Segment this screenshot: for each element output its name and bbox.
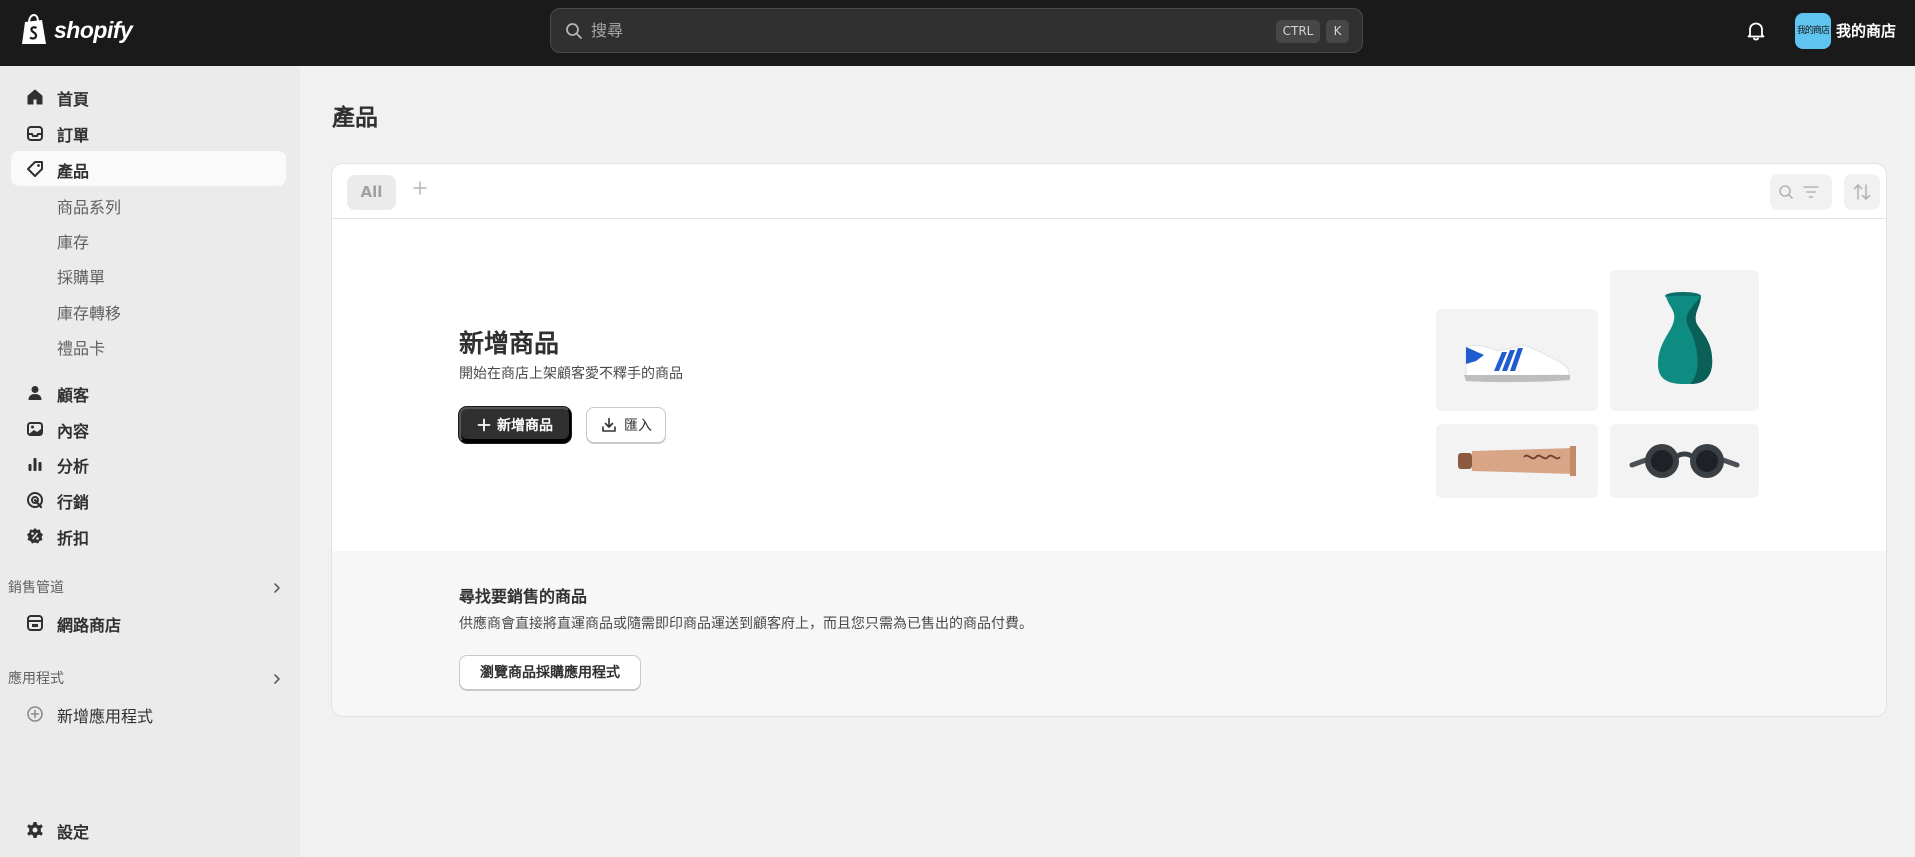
vase-illustration [1610,270,1759,411]
sidebar-subitem-gift-cards[interactable]: 禮品卡 [57,335,105,359]
sidebar-item-analytics[interactable]: 分析 [11,446,286,481]
sidebar-item-label: 分析 [57,457,90,476]
shopify-bag-icon [22,14,46,44]
sidebar-subitem-collections[interactable]: 商品系列 [57,194,121,218]
sidebar: 首頁 訂單 產品 商品系列 庫存 採購單 庫存轉移 禮品卡 顧客 內容 分析 行… [0,66,300,857]
vase-icon [1658,292,1713,384]
add-product-label: 新增商品 [497,417,553,433]
sidebar-item-online-store[interactable]: 網路商店 [11,605,286,640]
sidebar-item-label: 訂單 [57,126,90,145]
sunglasses-illustration [1610,424,1759,498]
tube-illustration [1436,424,1598,498]
logo-wordmark: shopify [54,16,133,43]
sneaker-illustration [1436,309,1598,411]
top-bar: shopify CTRL K 我的商店 我的商店 [0,0,1915,66]
tag-icon [27,161,43,177]
import-label: 匯入 [624,417,652,433]
apps-label: 應用程式 [8,671,64,687]
inbox-icon [27,126,43,141]
sidebar-item-label: 新增應用程式 [57,707,154,726]
plus-icon [477,418,491,432]
sales-channels-label: 銷售管道 [8,580,64,596]
sidebar-item-marketing[interactable]: 行銷 [11,482,286,517]
chevron-right-icon [274,583,280,593]
target-icon [27,492,43,509]
sort-button[interactable] [1844,174,1880,210]
sidebar-item-orders[interactable]: 訂單 [11,115,286,150]
sidebar-item-discounts[interactable]: 折扣 [11,518,286,553]
sidebar-item-label: 顧客 [57,386,90,405]
search-input[interactable] [591,9,1191,52]
notifications-bell-icon[interactable] [1744,19,1768,43]
sidebar-item-home[interactable]: 首頁 [11,79,286,114]
search-icon [1779,185,1819,199]
tab-all[interactable]: All [347,175,396,210]
home-icon [27,89,43,105]
sidebar-item-label: 網路商店 [57,616,122,635]
empty-state-subtitle: 開始在商店上架顧客愛不釋手的商品 [459,366,683,382]
image-icon [27,422,43,436]
sidebar-subitem-purchase-orders[interactable]: 採購單 [57,264,105,288]
empty-state-title: 新增商品 [459,329,560,358]
global-search[interactable]: CTRL K [550,8,1363,53]
search-icon [566,23,582,39]
plus-icon [413,181,427,195]
sidebar-item-settings[interactable]: 設定 [11,812,286,847]
sidebar-item-customers[interactable]: 顧客 [11,375,286,410]
sidebar-item-products[interactable]: 產品 [11,151,286,186]
products-card: All 新增商品 開始在商店上架顧客愛不釋手的商品 新增商品 匯入 尋找要銷售的… [331,163,1887,717]
store-name[interactable]: 我的商店 [1836,20,1896,41]
add-view-button[interactable] [412,174,428,202]
sidebar-item-label: 折扣 [57,529,90,548]
sneaker-icon [1464,344,1570,383]
shopify-logo[interactable]: shopify [20,14,133,46]
bar-chart-icon [28,458,42,471]
store-icon [27,615,43,631]
person-icon [28,386,42,400]
import-button[interactable]: 匯入 [586,407,666,443]
shortcut-key-ctrl: CTRL [1276,20,1320,43]
gear-icon [27,822,43,838]
sourcing-title: 尋找要銷售的商品 [459,587,588,606]
sourcing-section: 尋找要銷售的商品 供應商會直接將直運商品或隨需即印商品運送到顧客府上，而且您只需… [332,551,1886,716]
page-title: 產品 [332,105,378,131]
tube-icon [1458,446,1576,476]
sidebar-item-label: 內容 [57,422,90,441]
chevron-right-icon [274,674,280,684]
sourcing-description: 供應商會直接將直運商品或隨需即印商品運送到顧客府上，而且您只需為已售出的商品付費… [459,616,1033,632]
sales-channels-heading[interactable]: 銷售管道 [8,577,284,601]
sidebar-item-label: 行銷 [57,493,90,512]
add-circle-icon [27,706,43,722]
discount-icon [27,528,43,544]
shortcut-key-k: K [1326,20,1349,43]
sidebar-item-content[interactable]: 內容 [11,411,286,446]
sidebar-subitem-transfers[interactable]: 庫存轉移 [57,300,121,324]
sidebar-item-label: 設定 [57,823,90,842]
store-avatar[interactable]: 我的商店 [1795,13,1831,49]
sidebar-item-label: 產品 [57,162,90,181]
sort-icon [1853,184,1871,200]
sidebar-subitem-inventory[interactable]: 庫存 [57,229,89,253]
add-product-button[interactable]: 新增商品 [459,407,571,443]
sidebar-item-label: 首頁 [57,90,90,109]
import-icon [602,417,616,432]
sidebar-item-add-app[interactable]: 新增應用程式 [11,696,286,731]
products-toolbar: All [332,164,1886,219]
search-filter-button[interactable] [1770,174,1832,210]
apps-heading[interactable]: 應用程式 [8,668,284,692]
browse-sourcing-apps-button[interactable]: 瀏覽商品採購應用程式 [459,655,641,690]
sunglasses-icon [1629,444,1740,478]
